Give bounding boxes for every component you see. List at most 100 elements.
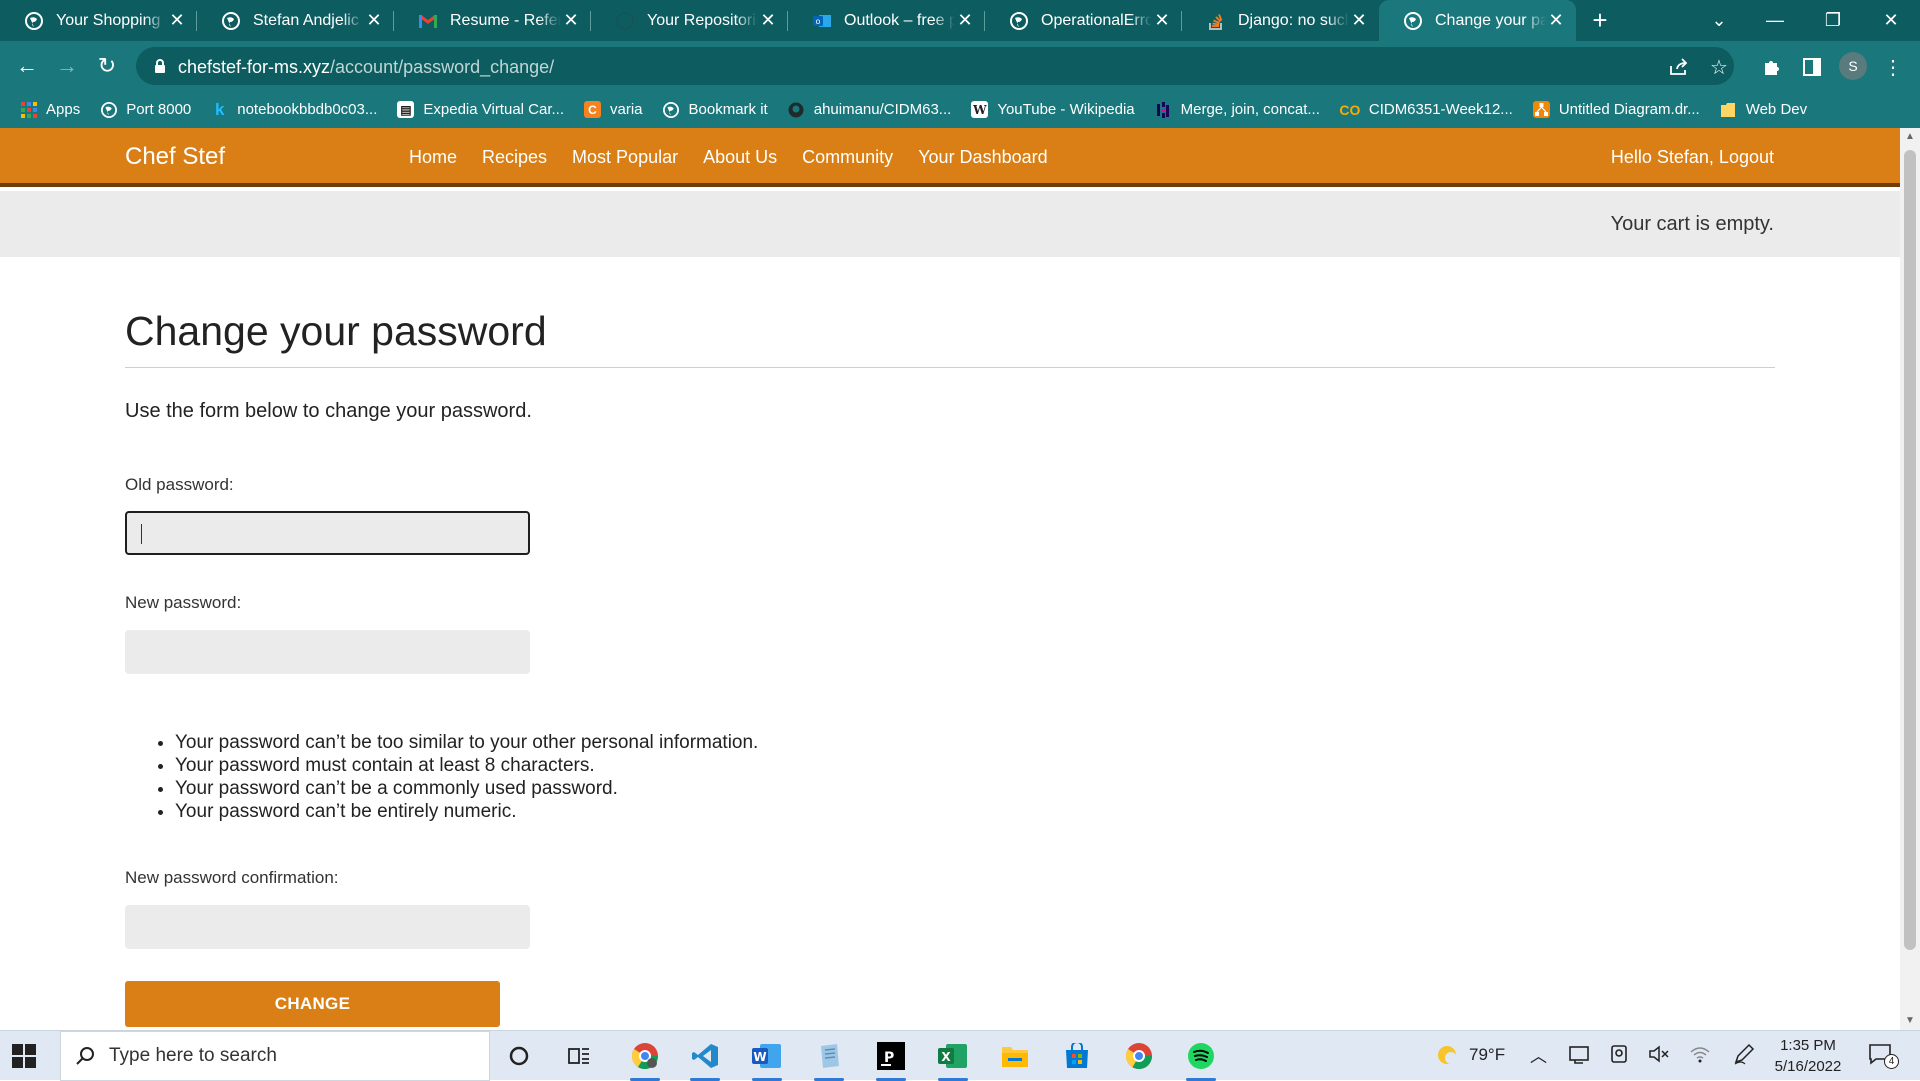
- drawio-icon: [1532, 101, 1550, 118]
- site-brand[interactable]: Chef Stef: [125, 143, 225, 171]
- scrollbar-thumb[interactable]: [1904, 150, 1916, 950]
- close-icon[interactable]: ✕: [364, 10, 384, 31]
- tab-your-repositories[interactable]: Your Repositories ✕: [591, 0, 788, 41]
- text-caret: [141, 524, 142, 544]
- colab-icon: CO: [1339, 101, 1361, 118]
- apps-grid-icon: [20, 101, 37, 118]
- close-icon[interactable]: ✕: [561, 10, 581, 31]
- new-password-input[interactable]: [125, 630, 530, 674]
- close-icon[interactable]: ✕: [758, 10, 778, 31]
- jetbrains-icon[interactable]: P: [872, 1038, 910, 1081]
- taskbar-clock[interactable]: 1:35 PM 5/16/2022: [1768, 1035, 1848, 1077]
- lock-icon[interactable]: [154, 59, 166, 73]
- pandas-icon: [1155, 101, 1172, 118]
- bookmark-expedia[interactable]: ▤ Expedia Virtual Car...: [397, 101, 564, 118]
- site-navbar: Chef Stef Home Recipes Most Popular Abou…: [0, 128, 1900, 187]
- close-icon[interactable]: ✕: [167, 10, 187, 31]
- spotify-icon[interactable]: [1182, 1038, 1220, 1081]
- camera-icon[interactable]: [1609, 1044, 1629, 1069]
- file-explorer-icon[interactable]: [996, 1038, 1034, 1074]
- back-arrow-icon[interactable]: ←: [11, 50, 43, 82]
- url-text: chefstef-for-ms.xyz/account/password_cha…: [178, 57, 554, 78]
- bookmark-cidm6351-week12[interactable]: CO CIDM6351-Week12...: [1339, 101, 1512, 118]
- svg-text:W: W: [753, 1050, 766, 1064]
- minimize-icon[interactable]: —: [1746, 0, 1804, 41]
- page-scrollbar[interactable]: ▲ ▼: [1900, 128, 1920, 1030]
- share-icon[interactable]: [1667, 55, 1691, 79]
- reload-icon[interactable]: ↻: [91, 50, 123, 82]
- bookmark-bookmark-it[interactable]: Bookmark it: [663, 101, 768, 118]
- bookmark-cidm63[interactable]: ahuimanu/CIDM63...: [788, 101, 951, 118]
- word-icon[interactable]: W: [748, 1038, 786, 1081]
- volume-muted-icon[interactable]: [1648, 1044, 1670, 1069]
- star-icon[interactable]: ☆: [1707, 55, 1731, 79]
- cortana-icon[interactable]: [500, 1038, 538, 1074]
- nav-recipes[interactable]: Recipes: [482, 147, 547, 168]
- notepad-app-icon[interactable]: [810, 1038, 848, 1081]
- scroll-down-icon[interactable]: ▼: [1905, 1016, 1915, 1026]
- window-close-icon[interactable]: ✕: [1862, 0, 1920, 41]
- wifi-icon[interactable]: [1689, 1044, 1711, 1069]
- bookmark-port-8000[interactable]: Port 8000: [100, 101, 191, 118]
- bookmark-youtube-wikipedia[interactable]: W YouTube - Wikipedia: [971, 101, 1135, 118]
- bookmark-merge-join-concat[interactable]: Merge, join, concat...: [1155, 101, 1320, 118]
- tab-shopping-cart[interactable]: Your Shopping Cart ✕: [0, 0, 197, 41]
- excel-icon[interactable]: X: [934, 1038, 972, 1081]
- nav-home[interactable]: Home: [409, 147, 457, 168]
- taskbar-search-box[interactable]: Type here to search: [60, 1031, 490, 1081]
- close-icon[interactable]: ✕: [955, 10, 975, 31]
- meet-now-icon[interactable]: [1569, 1044, 1589, 1069]
- folder-icon: [1720, 101, 1737, 118]
- windows-taskbar: Type here to search W P X 79°F ︿ 1:35 PM…: [0, 1030, 1920, 1081]
- side-panel-icon[interactable]: [1799, 54, 1825, 80]
- nav-community[interactable]: Community: [802, 147, 893, 168]
- tab-outlook[interactable]: o Outlook – free pe ✕: [788, 0, 985, 41]
- cart-bar: Your cart is empty.: [0, 191, 1900, 257]
- nav-about-us[interactable]: About Us: [703, 147, 777, 168]
- new-tab-button[interactable]: +: [1580, 0, 1620, 41]
- vscode-icon[interactable]: [686, 1038, 724, 1081]
- address-bar[interactable]: chefstef-for-ms.xyz/account/password_cha…: [136, 47, 1734, 85]
- restore-icon[interactable]: ❐: [1804, 0, 1862, 41]
- notifications-icon[interactable]: 4: [1868, 1043, 1899, 1069]
- pen-icon[interactable]: [1733, 1043, 1755, 1070]
- tab-operational-error[interactable]: OperationalError ✕: [985, 0, 1182, 41]
- change-password-button[interactable]: CHANGE: [125, 981, 500, 1027]
- svg-text:o: o: [816, 17, 821, 26]
- extensions-puzzle-icon[interactable]: [1759, 54, 1785, 80]
- tab-title: Django: no such t: [1238, 11, 1349, 29]
- weather-sun-icon[interactable]: [1434, 1042, 1460, 1073]
- tab-change-password[interactable]: Change your pass ✕: [1379, 0, 1576, 41]
- close-icon[interactable]: ✕: [1349, 10, 1369, 31]
- tab-resume[interactable]: Resume - Referre ✕: [394, 0, 591, 41]
- weather-temperature[interactable]: 79°F: [1469, 1045, 1505, 1065]
- tab-stefan-andjelic[interactable]: Stefan Andjelic - r ✕: [197, 0, 394, 41]
- microsoft-store-icon[interactable]: [1058, 1038, 1096, 1074]
- bookmark-untitled-diagram[interactable]: Untitled Diagram.dr...: [1532, 101, 1700, 118]
- close-icon[interactable]: ✕: [1546, 10, 1566, 31]
- bookmark-notebook[interactable]: k notebookbbdb0c03...: [211, 99, 377, 119]
- nav-most-popular[interactable]: Most Popular: [572, 147, 678, 168]
- tab-django-no-such-table[interactable]: Django: no such t ✕: [1182, 0, 1379, 41]
- tab-search-chevron-icon[interactable]: ⌄: [1690, 0, 1748, 41]
- kebab-menu-icon[interactable]: ⋮: [1880, 54, 1906, 80]
- chrome-icon[interactable]: [1120, 1038, 1158, 1074]
- forward-arrow-icon[interactable]: →: [51, 50, 83, 82]
- user-greeting-logout[interactable]: Hello Stefan, Logout: [1611, 147, 1774, 168]
- bookmark-apps[interactable]: Apps: [20, 101, 80, 118]
- bookmark-varia[interactable]: C varia: [584, 101, 643, 118]
- bookmark-folder-web-dev[interactable]: Web Dev: [1720, 101, 1807, 118]
- scroll-up-icon[interactable]: ▲: [1905, 132, 1915, 142]
- form-intro: Use the form below to change your passwo…: [125, 400, 532, 422]
- nav-your-dashboard[interactable]: Your Dashboard: [918, 147, 1047, 168]
- confirm-password-input[interactable]: [125, 905, 530, 949]
- kaggle-icon: k: [215, 99, 225, 119]
- task-view-icon[interactable]: [560, 1038, 598, 1074]
- chevron-up-icon[interactable]: ︿: [1530, 1042, 1547, 1067]
- windows-start-icon[interactable]: [12, 1044, 36, 1068]
- old-password-input[interactable]: [125, 511, 530, 555]
- chrome-profile-app-icon[interactable]: [626, 1038, 664, 1081]
- close-icon[interactable]: ✕: [1152, 10, 1172, 31]
- bookmark-label: YouTube - Wikipedia: [997, 101, 1135, 118]
- profile-avatar[interactable]: S: [1839, 52, 1867, 80]
